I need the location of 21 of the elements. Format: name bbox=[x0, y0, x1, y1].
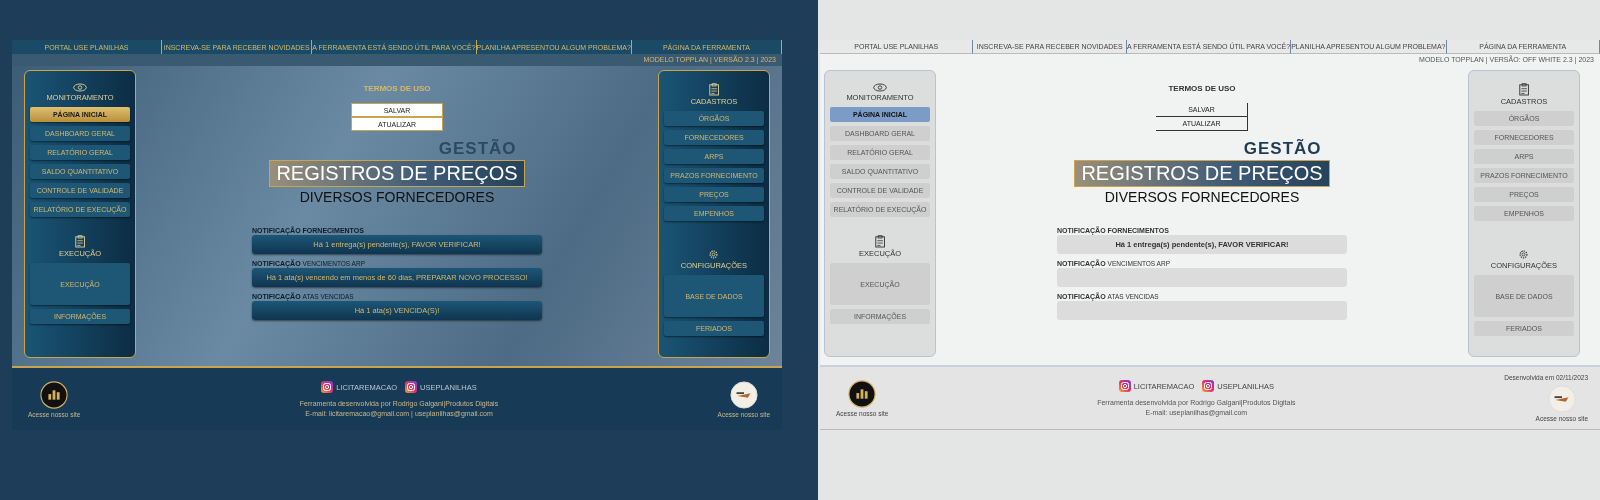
heading-title: REGISTROS DE PREÇOS bbox=[1074, 160, 1330, 187]
instagram-icon bbox=[1202, 380, 1215, 392]
logo-drawing[interactable] bbox=[40, 380, 69, 409]
heading-subtitle: DIVERSOS FORNECEDORES bbox=[1104, 189, 1300, 205]
logo-drawing[interactable] bbox=[848, 379, 877, 408]
eye-icon bbox=[873, 83, 887, 92]
heading-title: REGISTROS DE PREÇOS bbox=[269, 160, 525, 187]
clipboard-icon bbox=[874, 235, 886, 248]
heading-subtitle: DIVERSOS FORNECEDORES bbox=[299, 189, 495, 205]
instagram-icon bbox=[321, 381, 334, 393]
terms-link[interactable]: TERMOS DE USO bbox=[1168, 84, 1236, 93]
instagram-icon bbox=[1118, 380, 1131, 392]
heading-kicker: GESTÃO bbox=[1243, 139, 1322, 159]
settings-icon bbox=[1518, 249, 1530, 260]
clipboard-icon bbox=[1518, 83, 1530, 96]
instagram-icon bbox=[405, 381, 417, 393]
eye-icon bbox=[73, 83, 87, 92]
partner-logo-drawing[interactable] bbox=[729, 380, 758, 409]
clipboard-icon bbox=[74, 235, 86, 248]
clipboard-icon bbox=[708, 83, 720, 96]
settings-icon bbox=[708, 249, 720, 260]
